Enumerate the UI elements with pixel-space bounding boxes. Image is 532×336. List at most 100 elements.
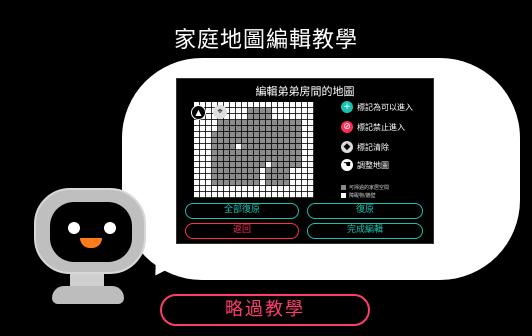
map-cell[interactable]: [254, 114, 260, 120]
map-cell[interactable]: [230, 186, 236, 192]
map-cell[interactable]: [230, 168, 236, 174]
map-cell[interactable]: [218, 180, 224, 186]
map-cell[interactable]: [296, 132, 302, 138]
map-cell[interactable]: [284, 192, 290, 198]
map-cell[interactable]: [248, 192, 254, 198]
map-cell[interactable]: [242, 168, 248, 174]
map-cell[interactable]: [308, 102, 314, 108]
map-cell[interactable]: [302, 144, 308, 150]
map-cell[interactable]: [206, 162, 212, 168]
back-button[interactable]: 返回: [185, 223, 299, 239]
map-cell[interactable]: [206, 174, 212, 180]
map-cell[interactable]: [272, 150, 278, 156]
map-cell[interactable]: [278, 108, 284, 114]
map-cell[interactable]: [272, 186, 278, 192]
map-cell[interactable]: [218, 162, 224, 168]
map-cell[interactable]: [230, 120, 236, 126]
map-cell[interactable]: [242, 192, 248, 198]
map-cell[interactable]: [218, 138, 224, 144]
map-cell[interactable]: [200, 168, 206, 174]
map-cell[interactable]: [242, 174, 248, 180]
map-cell[interactable]: [236, 174, 242, 180]
map-cell[interactable]: [248, 102, 254, 108]
map-cell[interactable]: [308, 156, 314, 162]
map-cell[interactable]: [260, 126, 266, 132]
map-cell[interactable]: [212, 120, 218, 126]
map-cell[interactable]: [278, 168, 284, 174]
compass-icon[interactable]: ▲: [191, 105, 206, 120]
map-cell[interactable]: [260, 138, 266, 144]
map-cell[interactable]: [254, 180, 260, 186]
map-cell[interactable]: [224, 174, 230, 180]
map-cell[interactable]: [278, 132, 284, 138]
map-cell[interactable]: [206, 132, 212, 138]
map-cell[interactable]: [236, 162, 242, 168]
map-cell[interactable]: [218, 132, 224, 138]
map-cell[interactable]: [254, 156, 260, 162]
map-cell[interactable]: [218, 144, 224, 150]
map-cell[interactable]: [302, 114, 308, 120]
legend-mark-accessible[interactable]: + 標記為可以進入: [341, 101, 413, 113]
map-cell[interactable]: [296, 126, 302, 132]
map-cell[interactable]: [284, 144, 290, 150]
map-cell[interactable]: [266, 114, 272, 120]
map-cell[interactable]: [266, 168, 272, 174]
map-cell[interactable]: [212, 192, 218, 198]
map-cell[interactable]: [242, 114, 248, 120]
map-cell[interactable]: [296, 192, 302, 198]
map-cell[interactable]: [308, 192, 314, 198]
map-cell[interactable]: [200, 192, 206, 198]
map-cell[interactable]: [260, 144, 266, 150]
map-cell[interactable]: [236, 168, 242, 174]
map-cell[interactable]: [266, 186, 272, 192]
map-cell[interactable]: [290, 102, 296, 108]
map-cell[interactable]: [230, 180, 236, 186]
map-cell[interactable]: [272, 114, 278, 120]
map-cell[interactable]: [254, 108, 260, 114]
map-cell[interactable]: [218, 126, 224, 132]
map-cell[interactable]: [254, 144, 260, 150]
map-cell[interactable]: [308, 126, 314, 132]
map-cell[interactable]: [260, 180, 266, 186]
map-cell[interactable]: [260, 102, 266, 108]
map-cell[interactable]: [242, 186, 248, 192]
map-cell[interactable]: [254, 120, 260, 126]
map-cell[interactable]: [242, 108, 248, 114]
map-cell[interactable]: [194, 120, 200, 126]
map-cell[interactable]: [230, 192, 236, 198]
map-cell[interactable]: [290, 132, 296, 138]
map-cell[interactable]: [212, 138, 218, 144]
map-cell[interactable]: [242, 126, 248, 132]
map-cell[interactable]: [206, 126, 212, 132]
map-cell[interactable]: [248, 144, 254, 150]
map-cell[interactable]: [224, 180, 230, 186]
map-cell[interactable]: [290, 144, 296, 150]
map-cell[interactable]: [248, 180, 254, 186]
map-cell[interactable]: [278, 126, 284, 132]
map-cell[interactable]: [230, 156, 236, 162]
map-cell[interactable]: [302, 162, 308, 168]
map-cell[interactable]: [302, 186, 308, 192]
map-cell[interactable]: [260, 174, 266, 180]
legend-clear-mark[interactable]: ◆ 標記清除: [341, 141, 389, 153]
map-cell[interactable]: [200, 156, 206, 162]
map-cell[interactable]: [302, 108, 308, 114]
map-cell[interactable]: [254, 192, 260, 198]
map-cell[interactable]: [236, 132, 242, 138]
map-cell[interactable]: [242, 156, 248, 162]
map-cell[interactable]: [266, 138, 272, 144]
map-cell[interactable]: [206, 144, 212, 150]
map-cell[interactable]: [308, 108, 314, 114]
map-cell[interactable]: [272, 126, 278, 132]
map-cell[interactable]: [218, 120, 224, 126]
map-cell[interactable]: [290, 126, 296, 132]
map-cell[interactable]: [206, 192, 212, 198]
map-cell[interactable]: [218, 174, 224, 180]
map-cell[interactable]: [272, 102, 278, 108]
map-cell[interactable]: [308, 186, 314, 192]
map-cell[interactable]: [224, 162, 230, 168]
map-cell[interactable]: [290, 168, 296, 174]
map-cell[interactable]: [260, 156, 266, 162]
map-cell[interactable]: [248, 174, 254, 180]
map-cell[interactable]: [260, 132, 266, 138]
